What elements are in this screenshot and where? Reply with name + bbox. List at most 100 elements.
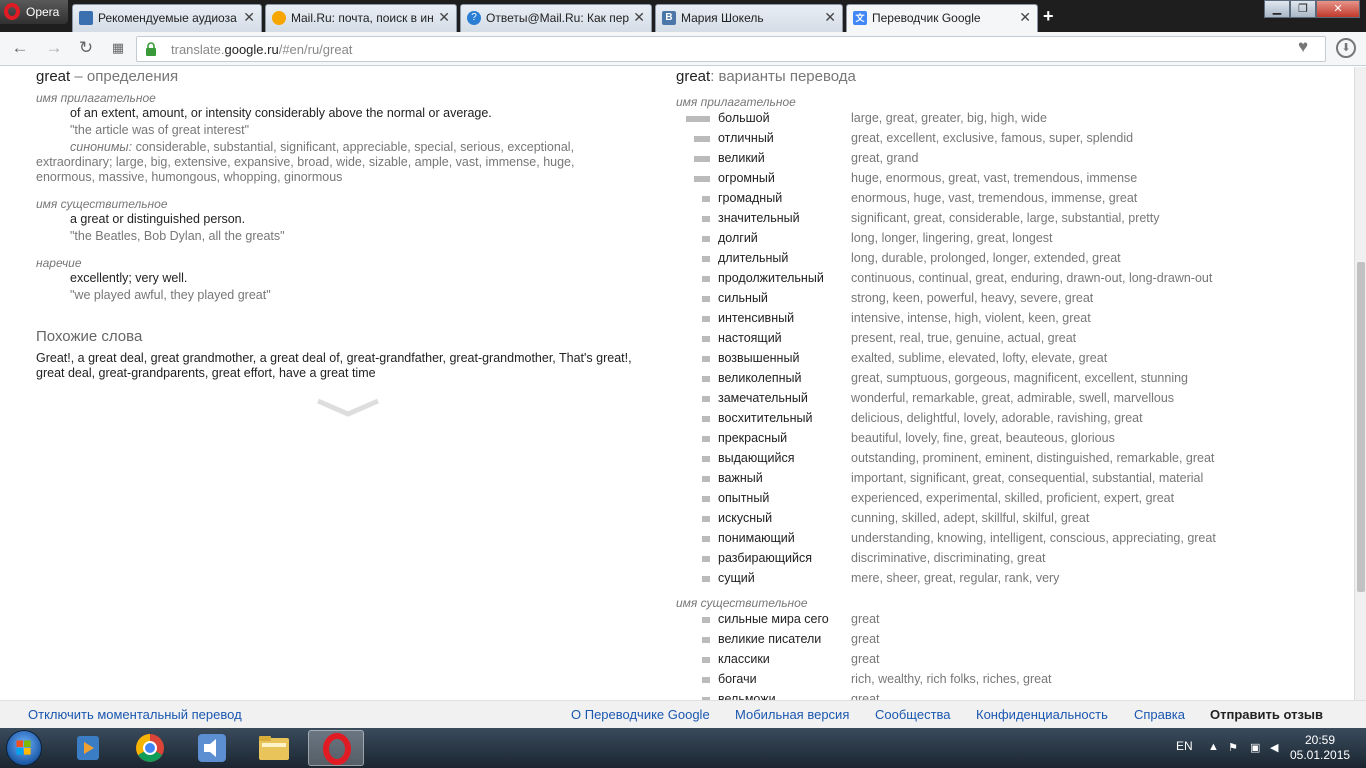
translation-word[interactable]: замечательный <box>718 391 808 405</box>
forward-arrow-icon[interactable]: → <box>44 38 64 58</box>
translation-word[interactable]: понимающий <box>718 531 795 545</box>
tab-mailru[interactable]: Mail.Ru: почта, поиск в ин ✕ <box>265 4 457 32</box>
back-translations[interactable]: outstanding, prominent, eminent, disting… <box>851 451 1214 465</box>
back-translations[interactable]: great, grand <box>851 151 918 165</box>
tray-expand-icon[interactable]: ▲ <box>1208 741 1220 753</box>
translation-row[interactable]: замечательный wonderful, remarkable, grea… <box>676 389 1346 409</box>
translation-row[interactable]: долгий long, longer, lingering, great, lo… <box>676 229 1346 249</box>
opera-app[interactable] <box>308 730 364 766</box>
translation-word[interactable]: настоящий <box>718 331 782 345</box>
close-icon[interactable]: ✕ <box>824 9 836 26</box>
back-translations[interactable]: great <box>851 652 880 666</box>
back-translations[interactable]: understanding, knowing, intelligent, con… <box>851 531 1216 545</box>
close-icon[interactable]: ✕ <box>438 9 450 26</box>
translation-word[interactable]: огромный <box>718 171 775 185</box>
back-translations[interactable]: long, durable, prolonged, longer, extend… <box>851 251 1121 265</box>
back-translations[interactable]: great, excellent, exclusive, famous, sup… <box>851 131 1133 145</box>
back-translations[interactable]: experienced, experimental, skilled, prof… <box>851 491 1174 505</box>
translation-word[interactable]: великолепный <box>718 371 801 385</box>
opera-menu-button[interactable]: Opera <box>0 0 68 24</box>
scrollbar-thumb[interactable] <box>1357 262 1365 592</box>
translation-word[interactable]: разбирающийся <box>718 551 812 565</box>
translation-word[interactable]: богачи <box>718 672 757 686</box>
back-translations[interactable]: delicious, delightful, lovely, adorable,… <box>851 411 1143 425</box>
address-bar[interactable]: translate.google.ru/#en/ru/great <box>136 36 1326 62</box>
new-tab-button[interactable]: + <box>1043 6 1054 27</box>
back-translations[interactable]: mere, sheer, great, regular, rank, very <box>851 571 1059 585</box>
translation-word[interactable]: длительный <box>718 251 788 265</box>
translation-word[interactable]: отличный <box>718 131 774 145</box>
volume-icon[interactable]: ◀ <box>1270 741 1282 754</box>
tab-vk[interactable]: B Мария Шокель ✕ <box>655 4 843 32</box>
similar-words-list[interactable]: great deal, great-grandparents, great ef… <box>36 366 376 380</box>
tab-answers[interactable]: ? Ответы@Mail.Ru: Как пер ✕ <box>460 4 652 32</box>
translation-row[interactable]: понимающий understanding, knowing, intell… <box>676 529 1346 549</box>
translation-row[interactable]: разбирающийся discriminative, discriminat… <box>676 549 1346 569</box>
translation-row[interactable]: возвышенный exalted, sublime, elevated, l… <box>676 349 1346 369</box>
back-translations[interactable]: enormous, huge, vast, tremendous, immens… <box>851 191 1137 205</box>
reload-icon[interactable]: ↻ <box>76 38 96 58</box>
translation-row[interactable]: важный important, significant, great, con… <box>676 469 1346 489</box>
translation-word[interactable]: классики <box>718 652 770 666</box>
back-translations[interactable]: cunning, skilled, adept, skillful, skilf… <box>851 511 1089 525</box>
back-arrow-icon[interactable]: ← <box>10 38 30 58</box>
network-icon[interactable]: ▣ <box>1250 741 1262 754</box>
translation-word[interactable]: значительный <box>718 211 800 225</box>
chrome-app[interactable] <box>122 730 178 766</box>
translation-row[interactable]: богачи rich, wealthy, rich folks, riches,… <box>676 670 1346 690</box>
tab-audio[interactable]: Рекомендуемые аудиоза ✕ <box>72 4 262 32</box>
translation-row[interactable]: классики great <box>676 650 1346 670</box>
translation-word[interactable]: долгий <box>718 231 758 245</box>
back-translations[interactable]: great <box>851 632 880 646</box>
synonyms-list[interactable]: considerable, substantial, significant, … <box>136 140 574 154</box>
translation-row[interactable]: выдающийся outstanding, prominent, eminen… <box>676 449 1346 469</box>
translation-word[interactable]: великие писатели <box>718 632 821 646</box>
translation-row[interactable]: настоящий present, real, true, genuine, a… <box>676 329 1346 349</box>
translation-word[interactable]: важный <box>718 471 763 485</box>
close-icon[interactable]: ✕ <box>243 9 255 26</box>
translation-row[interactable]: громадный enormous, huge, vast, tremendou… <box>676 189 1346 209</box>
tray-app-icon[interactable]: ⚑ <box>1228 741 1240 754</box>
about-link[interactable]: О Переводчике Google <box>571 707 710 722</box>
close-window-button[interactable]: ✕ <box>1316 0 1360 18</box>
translation-word[interactable]: громадный <box>718 191 782 205</box>
back-translations[interactable]: continuous, continual, great, enduring, … <box>851 271 1212 285</box>
close-icon[interactable]: ✕ <box>633 9 645 26</box>
explorer-app[interactable] <box>246 730 302 766</box>
help-link[interactable]: Справка <box>1134 707 1185 722</box>
translation-row[interactable]: опытный experienced, experimental, skille… <box>676 489 1346 509</box>
tab-google-translate[interactable]: 文 Переводчик Google ✕ <box>846 4 1038 33</box>
translation-row[interactable]: большой large, great, greater, big, high,… <box>676 109 1346 129</box>
send-feedback-link[interactable]: Отправить отзыв <box>1210 707 1323 722</box>
back-translations[interactable]: long, longer, lingering, great, longest <box>851 231 1053 245</box>
minimize-button[interactable]: ▁ <box>1264 0 1290 18</box>
translation-row[interactable]: великие писатели great <box>676 630 1346 650</box>
translation-word[interactable]: сильный <box>718 291 768 305</box>
translation-row[interactable]: сущий mere, sheer, great, regular, rank, … <box>676 569 1346 589</box>
mobile-version-link[interactable]: Мобильная версия <box>735 707 849 722</box>
translation-row[interactable]: сильный strong, keen, powerful, heavy, se… <box>676 289 1346 309</box>
heart-icon[interactable]: ♥ <box>1298 37 1320 56</box>
back-translations[interactable]: great, sumptuous, gorgeous, magnificent,… <box>851 371 1188 385</box>
back-translations[interactable]: beautiful, lovely, fine, great, beauteou… <box>851 431 1115 445</box>
community-link[interactable]: Сообщества <box>875 707 951 722</box>
translation-word[interactable]: большой <box>718 111 770 125</box>
speed-dial-grid-icon[interactable]: ▦ <box>108 38 128 58</box>
back-translations[interactable]: great <box>851 612 880 626</box>
back-translations[interactable]: exalted, sublime, elevated, lofty, eleva… <box>851 351 1107 365</box>
translation-word[interactable]: опытный <box>718 491 769 505</box>
translation-word[interactable]: продолжительный <box>718 271 824 285</box>
close-icon[interactable]: ✕ <box>1019 9 1031 26</box>
back-translations[interactable]: large, great, greater, big, high, wide <box>851 111 1047 125</box>
translation-row[interactable]: великий great, grand <box>676 149 1346 169</box>
back-translations[interactable]: discriminative, discriminating, great <box>851 551 1046 565</box>
translation-word[interactable]: восхитительный <box>718 411 812 425</box>
media-player-app[interactable] <box>60 730 116 766</box>
similar-words-list[interactable]: Great!, a great deal, great grandmother,… <box>36 351 632 365</box>
translation-row[interactable]: отличный great, excellent, exclusive, fam… <box>676 129 1346 149</box>
chevron-down-icon[interactable] <box>316 397 380 419</box>
synonyms-list[interactable]: extraordinary; large, big, extensive, ex… <box>36 155 574 170</box>
system-clock[interactable]: 20:59 05.01.2015 <box>1290 733 1350 763</box>
keyboard-language[interactable]: EN <box>1176 739 1193 753</box>
back-translations[interactable]: wonderful, remarkable, great, admirable,… <box>851 391 1174 405</box>
